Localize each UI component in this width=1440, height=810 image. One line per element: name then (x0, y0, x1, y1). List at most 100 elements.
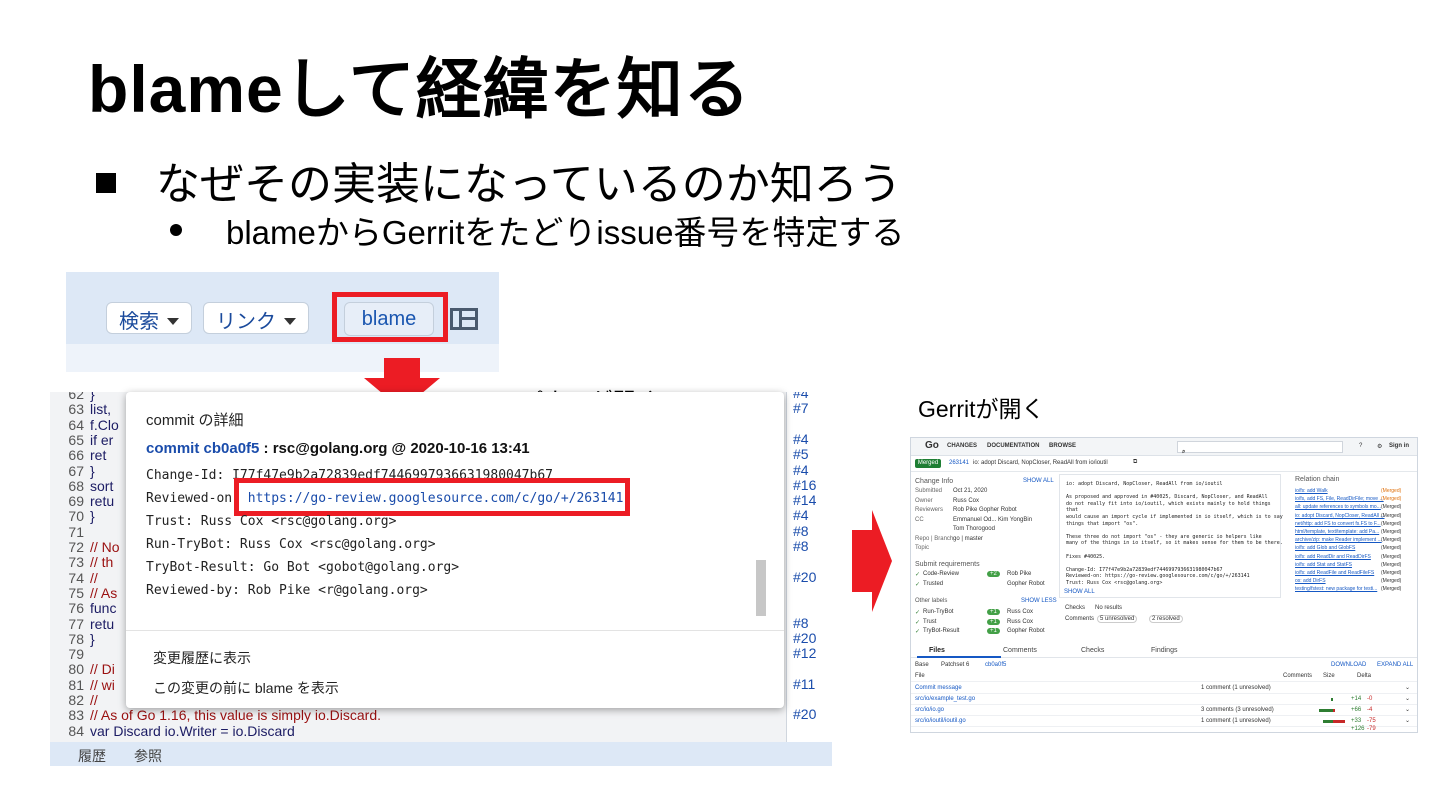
blame-commit-ref[interactable]: #14 (793, 492, 816, 508)
tab-checks[interactable]: Checks (1081, 647, 1104, 654)
show-all-info-button[interactable]: SHOW ALL (1023, 478, 1054, 484)
help-icon[interactable]: ? (1359, 443, 1362, 449)
blame-commit-ref[interactable]: #20 (793, 706, 816, 722)
file-name-link[interactable]: src/io/io.go (915, 707, 944, 713)
relation-chain-item[interactable]: io/fs: add ReadDir and ReadDirFS (1295, 554, 1371, 560)
info-key: Reviewers (915, 507, 944, 513)
delta-plus: +33 (1351, 718, 1362, 724)
chevron-down-icon[interactable]: ⌄ (1405, 706, 1410, 713)
relation-chain-item[interactable]: os: add DirFS (1295, 578, 1326, 584)
blame-commit-ref[interactable]: #4 (793, 431, 809, 447)
tab-findings[interactable]: Findings (1151, 647, 1177, 654)
relation-chain-item[interactable]: testing/fstest: new package for testi... (1295, 586, 1377, 592)
show-in-history-menu-item[interactable]: 変更履歴に表示 (153, 648, 251, 668)
blame-commit-ref[interactable]: #20 (793, 569, 816, 585)
relation-chain-item[interactable]: io/fs: add Glob and GlobFS (1295, 545, 1355, 551)
chevron-down-icon[interactable]: ⌄ (1405, 717, 1410, 724)
blame-commit-ref[interactable]: #8 (793, 523, 809, 539)
layout-panel-icon[interactable] (450, 308, 478, 330)
link-dropdown-button[interactable]: リンク (203, 302, 309, 334)
relation-chain-item[interactable]: html/template, text/template: add Pa... (1295, 529, 1379, 535)
blame-commit-ref[interactable]: #7 (793, 400, 809, 416)
blame-commit-ref[interactable]: #11 (793, 676, 815, 692)
file-name-link[interactable]: src/io/example_test.go (915, 696, 975, 702)
file-row[interactable]: src/io/io.go 3 comments (3 unresolved) +66… (911, 705, 1417, 716)
blame-commit-ref[interactable]: #5 (793, 446, 809, 462)
relation-status: (Merged) (1381, 504, 1402, 511)
settings-icon[interactable]: ⚙ (1377, 443, 1382, 450)
blame-commit-ref[interactable]: #8 (793, 538, 809, 554)
commit-message-line: These three do not import "os" - they ar… (1066, 533, 1262, 540)
code-text: // As (90, 584, 118, 601)
blame-commit-ref[interactable]: #4 (793, 462, 809, 478)
relation-chain-item[interactable]: all: update references to symbols mo... (1295, 504, 1381, 510)
label-voter: Russ Cox (1007, 618, 1034, 625)
blame-commit-ref[interactable]: #16 (793, 477, 816, 493)
tab-comments[interactable]: Comments (1003, 647, 1037, 654)
file-name-link[interactable]: src/io/ioutil/ioutil.go (915, 718, 966, 724)
relation-chain-item[interactable]: io: adopt Discard, NopCloser, ReadAll ..… (1295, 513, 1385, 519)
search-dropdown-button[interactable]: 検索 (106, 302, 192, 334)
blame-commit-ref[interactable]: #20 (793, 630, 816, 646)
search-dropdown-label: 検索 (119, 311, 159, 333)
nav-documentation[interactable]: DOCUMENTATION (987, 443, 1039, 449)
file-row[interactable]: Commit message 1 comment (1 unresolved) ⌄ (911, 683, 1417, 694)
relation-chain-item[interactable]: io/fs: add Stat and StatFS (1295, 562, 1352, 568)
code-text: var Discard io.Writer = io.Discard (90, 722, 295, 739)
change-title: io: adopt Discard, NopCloser, ReadAll fr… (973, 460, 1108, 466)
download-button[interactable]: DOWNLOAD (1331, 662, 1366, 668)
file-comments: 3 comments (3 unresolved) (1201, 707, 1274, 713)
patchset-selector[interactable]: Patchset 6 (941, 662, 969, 668)
relation-status: (Merged) (1381, 537, 1402, 544)
references-tab[interactable]: 参照 (134, 746, 162, 766)
gerrit-search-input[interactable]: ⌕ (1177, 441, 1343, 455)
nav-changes[interactable]: CHANGES (947, 443, 977, 449)
copy-icon[interactable]: ⧉ (1133, 459, 1137, 466)
change-info-heading: Change Info (915, 478, 954, 485)
blame-commit-ref[interactable]: #12 (793, 645, 816, 661)
relation-chain-item[interactable]: io/fs: add Walk (1295, 488, 1328, 494)
file-name-link[interactable]: Commit message (915, 685, 962, 691)
nav-browse[interactable]: BROWSE (1049, 443, 1076, 449)
code-line: 66 ret (50, 447, 106, 463)
unresolved-comments-chip[interactable]: 5 unresolved (1097, 615, 1138, 623)
relation-chain-item[interactable]: net/http: add FS to convert fs.FS to F..… (1295, 521, 1381, 527)
tab-files[interactable]: Files (929, 647, 945, 654)
commit-message-box: SHOW ALL io: adopt Discard, NopCloser, R… (1059, 474, 1283, 598)
line-number: 82 (68, 692, 84, 708)
patchset-hash-link[interactable]: cb0a0f5 (985, 662, 1006, 668)
caret-down-icon (284, 318, 296, 325)
commit-hash-link[interactable]: commit cb0a0f5 (146, 440, 259, 457)
show-less-button[interactable]: SHOW LESS (1021, 598, 1057, 604)
relation-status: (Merged) (1381, 520, 1402, 527)
file-row[interactable]: src/io/example_test.go +14 -0 ⌄ (911, 694, 1417, 705)
commit-meta: : rsc@golang.org @ 2020-10-16 13:41 (259, 440, 530, 457)
show-all-message-button[interactable]: SHOW ALL (1064, 589, 1095, 595)
gerrit-logo[interactable]: Go (925, 440, 939, 451)
expand-all-button[interactable]: EXPAND ALL (1377, 662, 1413, 668)
change-number-link[interactable]: 263141 (949, 460, 969, 466)
blame-commit-ref[interactable]: #4 (793, 507, 809, 523)
blame-before-change-menu-item[interactable]: この変更の前に blame を表示 (153, 678, 339, 698)
base-selector[interactable]: Base (915, 662, 929, 668)
history-tab[interactable]: 履歴 (78, 746, 106, 766)
relation-chain-item[interactable]: io/fs, add FS, File, ReadDirFile; move .… (1295, 496, 1384, 502)
chevron-down-icon[interactable]: ⌄ (1405, 684, 1410, 691)
code-line: 82 // (50, 692, 97, 708)
code-text: // No (90, 539, 120, 555)
resolved-comments-chip[interactable]: 2 resolved (1149, 615, 1183, 623)
file-row[interactable]: src/io/ioutil/ioutil.go 1 comment (1 unre… (911, 716, 1417, 727)
relation-status: (Merged) (1381, 578, 1402, 585)
code-line: 71 (50, 524, 90, 540)
blame-commit-ref[interactable]: #8 (793, 615, 809, 631)
relation-chain-item[interactable]: archive/zip: make Reader implement ... (1295, 537, 1382, 543)
line-number: 73 (68, 554, 84, 571)
chevron-down-icon[interactable]: ⌄ (1405, 695, 1410, 702)
line-number: 78 (68, 630, 84, 647)
comments-label: Comments (1065, 616, 1095, 622)
popup-scrollbar[interactable] (756, 560, 766, 616)
sign-in-link[interactable]: Sign in (1389, 443, 1409, 449)
relation-chain-item[interactable]: io/fs: add ReadFile and ReadFileFS (1295, 570, 1374, 576)
relation-status: (Merged) (1381, 561, 1402, 568)
size-bar-added (1323, 720, 1333, 723)
